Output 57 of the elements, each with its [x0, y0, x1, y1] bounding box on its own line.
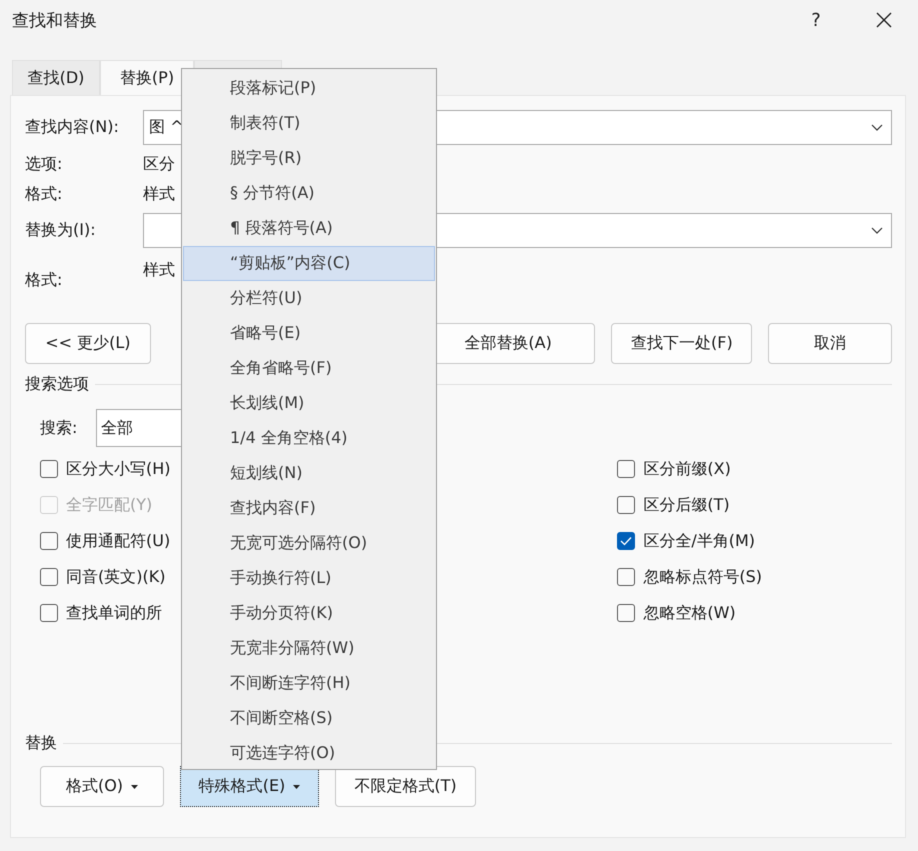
tab[interactable]: 查找(D): [12, 60, 100, 95]
checkbox-label: 忽略标点符号(S): [643, 566, 762, 588]
menu-item[interactable]: “剪贴板”内容(C): [183, 246, 435, 281]
dialog-button[interactable]: << 更少(L): [25, 323, 151, 364]
dialog-button[interactable]: 格式(O): [40, 766, 164, 807]
search-label: 搜索:: [40, 418, 78, 438]
dialog-button[interactable]: 取消: [768, 323, 892, 364]
window-title: 查找和替换: [12, 10, 97, 32]
checkbox-label: 区分后缀(T): [643, 494, 730, 516]
help-button[interactable]: ?: [782, 0, 850, 40]
section-title: 搜索选项: [25, 374, 89, 395]
menu-item[interactable]: 分栏符(U): [183, 281, 435, 316]
caret-icon: [131, 784, 138, 788]
checkbox-label: 区分大小写(H): [66, 458, 171, 480]
checkbox[interactable]: [617, 532, 636, 550]
checkbox[interactable]: [617, 496, 636, 514]
caret-icon: [293, 784, 300, 788]
info-value: 区分: [143, 154, 175, 174]
menu-item[interactable]: 无宽可选分隔符(O): [183, 526, 435, 561]
menu-item[interactable]: 不间断空格(S): [183, 701, 435, 736]
menu-item[interactable]: 手动分页符(K): [183, 596, 435, 631]
menu-item[interactable]: 手动换行符(L): [183, 561, 435, 596]
field-label: 替换为(I):: [25, 220, 97, 241]
dialog-button[interactable]: 不限定格式(T): [335, 766, 476, 807]
checkbox-label: 忽略空格(W): [643, 602, 736, 624]
info-value: 样式: [143, 184, 175, 204]
chevron-icon: [871, 227, 883, 234]
dialog-button[interactable]: 特殊格式(E): [180, 766, 319, 807]
checkbox-label: 区分全/半角(M): [643, 530, 756, 552]
menu-item[interactable]: ¶ 段落符号(A): [183, 211, 435, 246]
check-icon: [620, 536, 632, 546]
checkbox-label: 同音(英文)(K): [66, 566, 166, 588]
info-label: 选项:: [25, 154, 64, 174]
checkbox-label: 全字匹配(Y): [66, 494, 152, 516]
section-title: 替换: [25, 733, 57, 754]
menu-item[interactable]: § 分节符(A): [183, 176, 435, 211]
checkbox-label: 区分前缀(X): [643, 458, 731, 480]
checkbox-label: 使用通配符(U): [66, 530, 170, 552]
checkbox[interactable]: [40, 568, 58, 586]
checkbox[interactable]: [40, 532, 58, 550]
close-icon: [876, 12, 892, 28]
checkbox[interactable]: [617, 460, 636, 478]
info-value: 样式: [143, 260, 175, 281]
checkbox[interactable]: [40, 460, 58, 478]
info-label: 格式:: [25, 270, 64, 291]
menu-item[interactable]: 不间断连字符(H): [183, 666, 435, 701]
field-label: 查找内容(N):: [25, 117, 120, 138]
menu-item[interactable]: 短划线(N): [183, 456, 435, 491]
dialog-button[interactable]: 查找下一处(F): [611, 323, 752, 364]
checkbox[interactable]: [617, 568, 636, 586]
checkbox[interactable]: [617, 604, 636, 622]
menu-item[interactable]: 无宽非分隔符(W): [183, 631, 435, 666]
menu-item[interactable]: 查找内容(F): [183, 491, 435, 526]
info-label: 格式:: [25, 184, 64, 204]
chevron-icon: [871, 124, 883, 131]
checkbox-label: 查找单词的所: [66, 602, 162, 624]
checkbox[interactable]: [40, 604, 58, 622]
